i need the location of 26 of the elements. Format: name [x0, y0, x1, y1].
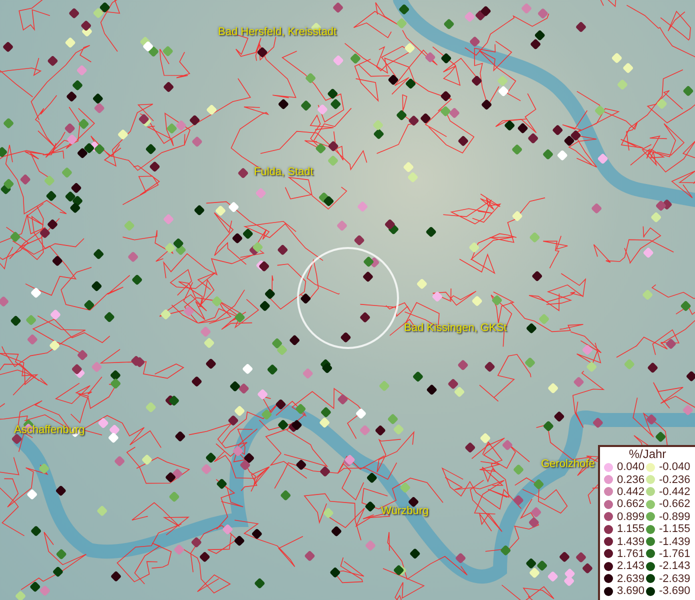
place-label: Fulda, Stadt: [254, 166, 314, 178]
legend-value: -0.040: [659, 461, 690, 474]
legend-value: 1.155: [617, 523, 645, 536]
legend-value: -1.155: [659, 523, 690, 536]
legend-value: 0.236: [617, 474, 645, 486]
legend-value: -0.899: [659, 510, 690, 523]
legend-value: 0.899: [617, 510, 645, 523]
legend-value: -0.236: [659, 474, 690, 486]
legend-value: 0.040: [617, 461, 645, 474]
legend-value: -2.143: [659, 560, 690, 572]
legend-value: -1.439: [659, 536, 690, 548]
legend-value: 1.439: [617, 536, 645, 548]
legend-value: 2.143: [617, 560, 645, 572]
legend-title: %/Jahr: [628, 448, 668, 461]
place-label: Würzburg: [381, 505, 429, 517]
legend-value: -0.442: [659, 486, 690, 498]
legend-value: 0.662: [617, 498, 645, 510]
legend-value: -1.761: [659, 548, 690, 560]
legend-value: 3.690: [617, 585, 645, 598]
legend-value: 1.761: [617, 548, 645, 560]
legend-value: 0.442: [617, 486, 645, 498]
place-label: Bad Hersfeld, Kreisstadt: [218, 26, 337, 38]
legend-value: -0.662: [659, 498, 690, 510]
legend-value: 2.639: [617, 572, 645, 585]
legend-value: -3.690: [659, 585, 690, 598]
legend-value: -2.639: [659, 572, 690, 585]
